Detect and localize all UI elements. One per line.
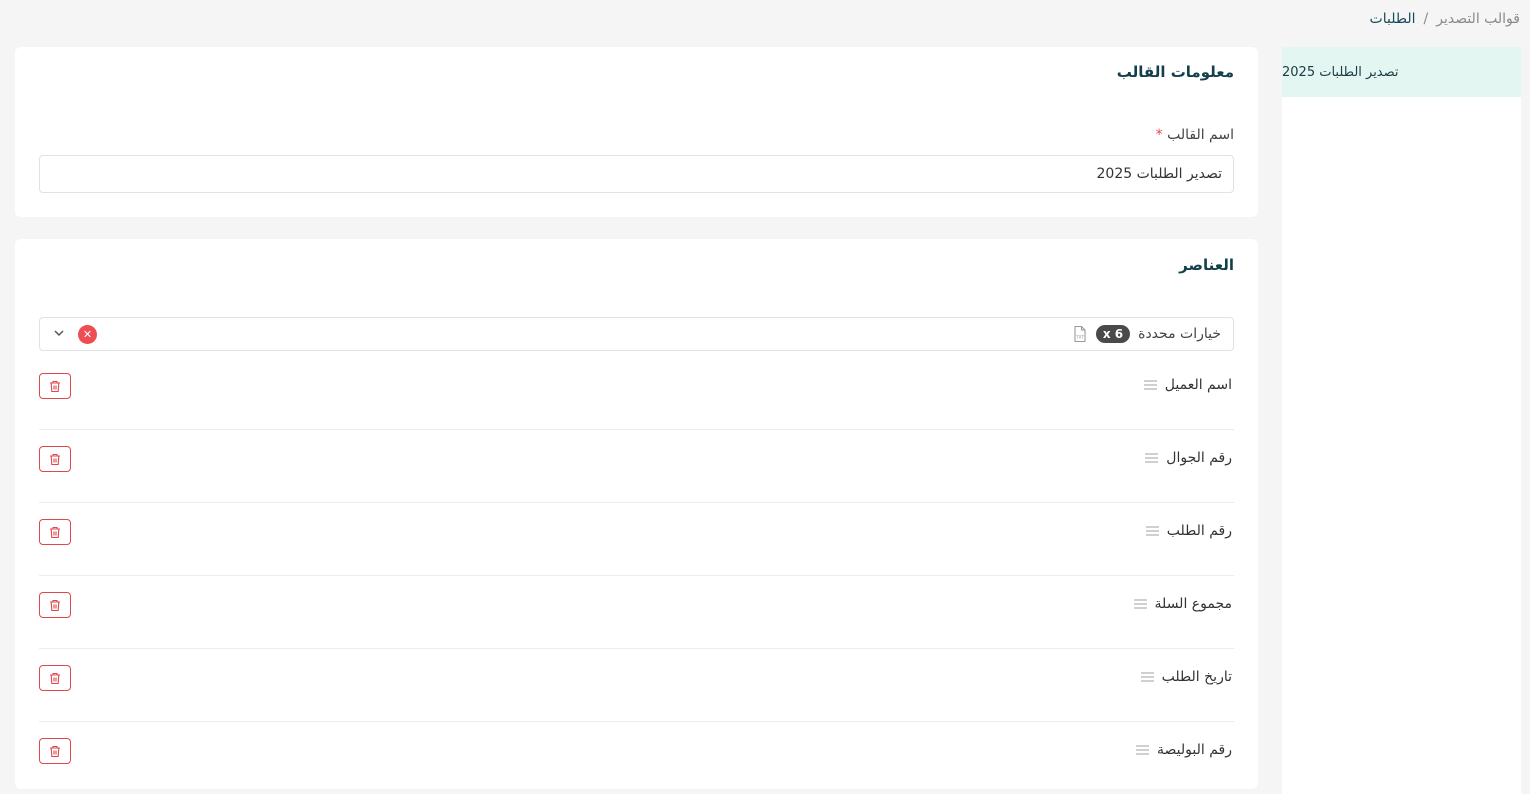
- delete-item-button[interactable]: [39, 738, 71, 764]
- page: الطلبات / قوالب التصدير تصدير الطلبات 20…: [0, 0, 1530, 794]
- drag-handle-icon[interactable]: [1136, 744, 1150, 756]
- multiselect-value: TXT x 6 خيارات محددة: [1072, 318, 1221, 350]
- chevron-down-icon[interactable]: [52, 326, 66, 340]
- list-item: تاريخ الطلب: [39, 649, 1234, 722]
- breadcrumb: الطلبات / قوالب التصدير: [1370, 11, 1520, 27]
- sidebar-item-label: تصدير الطلبات 2025: [1282, 64, 1399, 80]
- delete-item-button[interactable]: [39, 446, 71, 472]
- trash-icon: [50, 380, 60, 392]
- list-item: رقم الطلب: [39, 503, 1234, 576]
- template-name-input[interactable]: [39, 155, 1234, 193]
- list-item-label: تاريخ الطلب: [1161, 669, 1232, 685]
- list-item: مجموع السلة: [39, 576, 1234, 649]
- svg-text:TXT: TXT: [1075, 335, 1084, 340]
- templates-sidebar: تصدير الطلبات 2025: [1282, 47, 1521, 794]
- template-name-label: اسم القالب *: [1156, 127, 1234, 143]
- drag-handle-icon[interactable]: [1145, 452, 1159, 464]
- elements-title: العناصر: [1179, 256, 1234, 274]
- breadcrumb-separator: /: [1423, 11, 1429, 27]
- close-icon[interactable]: ✕: [78, 325, 97, 344]
- drag-handle-icon[interactable]: [1145, 525, 1159, 537]
- list-item-label: رقم الطلب: [1166, 523, 1232, 539]
- selected-count-badge: x 6: [1095, 325, 1131, 343]
- trash-icon: [50, 453, 60, 465]
- delete-item-button[interactable]: [39, 519, 71, 545]
- delete-item-button[interactable]: [39, 373, 71, 399]
- elements-list: اسم العميل رقم الجوال رقم الطلب مجموع ال…: [39, 357, 1234, 794]
- trash-icon: [50, 599, 60, 611]
- list-item-label: رقم البوليصة: [1157, 742, 1232, 758]
- template-info-card: معلومات القالب اسم القالب *: [15, 47, 1258, 217]
- required-mark: *: [1155, 127, 1163, 143]
- sidebar-item-template[interactable]: تصدير الطلبات 2025: [1282, 47, 1521, 97]
- drag-handle-icon[interactable]: [1143, 379, 1157, 391]
- drag-handle-icon[interactable]: [1133, 598, 1147, 610]
- list-item-label: مجموع السلة: [1154, 596, 1232, 612]
- elements-multiselect[interactable]: TXT x 6 خيارات محددة ✕: [39, 317, 1234, 351]
- breadcrumb-current: قوالب التصدير: [1436, 11, 1520, 27]
- list-item-label: اسم العميل: [1164, 377, 1232, 393]
- elements-card: العناصر TXT x 6 خيارات محددة ✕ اسم العمي…: [15, 239, 1258, 789]
- multiselect-text: خيارات محددة: [1138, 326, 1221, 342]
- breadcrumb-orders-link[interactable]: الطلبات: [1370, 11, 1416, 27]
- list-item: رقم البوليصة: [39, 722, 1234, 794]
- template-name-label-text: اسم القالب: [1167, 127, 1234, 143]
- template-info-title: معلومات القالب: [1116, 63, 1234, 81]
- list-item-label: رقم الجوال: [1166, 450, 1232, 466]
- trash-icon: [50, 672, 60, 684]
- list-item: اسم العميل: [39, 357, 1234, 430]
- text-file-icon: TXT: [1072, 325, 1088, 343]
- drag-handle-icon[interactable]: [1140, 671, 1154, 683]
- trash-icon: [50, 745, 60, 757]
- delete-item-button[interactable]: [39, 665, 71, 691]
- trash-icon: [50, 526, 60, 538]
- list-item: رقم الجوال: [39, 430, 1234, 503]
- delete-item-button[interactable]: [39, 592, 71, 618]
